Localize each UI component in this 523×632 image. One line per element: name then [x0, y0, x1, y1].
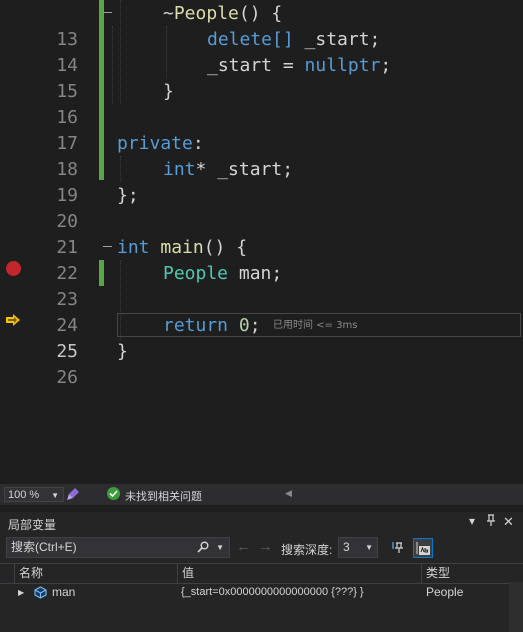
search-depth-dropdown[interactable]: 3 ▼: [338, 537, 378, 558]
code-editor[interactable]: 13 ~People() { 14 delete[] _start; 15 _s…: [0, 0, 523, 484]
close-icon[interactable]: ✕: [503, 514, 514, 530]
column-header-value[interactable]: 值: [177, 564, 421, 583]
code-token: :: [192, 133, 204, 154]
code-token: ;: [380, 55, 392, 76]
code-token: * _start;: [195, 159, 294, 180]
search-placeholder: 搜索(Ctrl+E): [11, 540, 77, 554]
variable-icon: [34, 586, 47, 599]
hex-display-toggle[interactable]: [413, 538, 433, 558]
zoom-dropdown[interactable]: 100 % ▼: [4, 487, 64, 502]
variable-value[interactable]: {_start=0x0000000000000000 {???} }: [181, 584, 419, 601]
hex-display-icon: [416, 542, 430, 555]
code-line[interactable]: 23 People man;: [0, 261, 523, 310]
code-token: People: [173, 3, 239, 24]
code-line[interactable]: 18 private:: [0, 131, 523, 180]
code-token: _start;: [293, 29, 381, 50]
search-icon: [197, 541, 209, 553]
check-circle-icon: [107, 487, 120, 500]
line-number: 26: [56, 367, 78, 388]
forward-arrow-icon[interactable]: →: [258, 538, 273, 555]
code-line[interactable]: 20 };: [0, 183, 523, 232]
code-line[interactable]: 26 }: [0, 339, 523, 388]
editor-status-bar: 100 % ▼ 未找到相关问题 ◀: [0, 484, 523, 505]
chevron-down-icon: ▼: [51, 491, 59, 500]
code-token: () {: [203, 237, 248, 258]
zoom-value: 100 %: [8, 489, 40, 501]
code-line[interactable]: 22 int main() {: [0, 235, 523, 284]
code-line[interactable]: 13 ~People() {: [0, 1, 523, 50]
code-token: ;: [249, 315, 261, 336]
chevron-down-icon[interactable]: ▼: [216, 538, 224, 557]
code-token: man;: [228, 263, 283, 284]
code-line[interactable]: 21: [0, 209, 523, 258]
search-depth-label: 搜索深度:: [281, 543, 333, 557]
scroll-left-arrow-icon[interactable]: ◀: [285, 488, 292, 499]
code-token: };: [117, 185, 139, 206]
search-input[interactable]: 搜索(Ctrl+E) ▼: [6, 537, 230, 558]
code-token: main: [160, 237, 204, 258]
code-token: People: [163, 263, 229, 284]
code-token: int: [117, 237, 150, 258]
column-header-type[interactable]: 类型: [421, 564, 509, 583]
code-line[interactable]: 24: [0, 287, 523, 336]
code-token: delete[]: [207, 29, 294, 50]
perf-tip[interactable]: 已用时间 <= 3ms: [273, 320, 357, 332]
locals-grid-header: 名称 值 类型: [0, 563, 523, 584]
code-token: int: [163, 159, 196, 180]
chevron-down-icon: ▼: [365, 543, 373, 552]
variable-name: man: [52, 585, 76, 599]
code-cleanup-icon[interactable]: [66, 487, 80, 501]
code-line[interactable]: 19 int* _start;: [0, 157, 523, 206]
back-arrow-icon[interactable]: ←: [236, 538, 251, 555]
code-token: }: [163, 81, 174, 102]
pin-window-icon[interactable]: [486, 514, 496, 529]
code-line[interactable]: 25 return 0;: [0, 313, 523, 362]
code-token: () {: [238, 3, 283, 24]
pin-icon[interactable]: [392, 541, 404, 554]
vertical-scrollbar[interactable]: [509, 582, 523, 632]
variable-type: People: [426, 585, 464, 599]
search-depth-value: 3: [343, 540, 350, 554]
code-token: nullptr: [304, 55, 381, 76]
code-line[interactable]: 14 delete[] _start;: [0, 27, 523, 76]
code-token: private: [117, 133, 193, 154]
table-row[interactable]: ▶ man {_start=0x0000000000000000 {???} }…: [0, 584, 523, 601]
code-token: }: [117, 341, 128, 362]
window-options-icon[interactable]: ▾: [469, 514, 475, 528]
code-line[interactable]: 15 _start = nullptr;: [0, 53, 523, 102]
issues-status[interactable]: 未找到相关问题: [125, 488, 202, 504]
code-token: 0: [238, 315, 250, 336]
code-token: ~: [163, 3, 174, 24]
panel-title: 局部变量: [8, 518, 57, 532]
expand-icon[interactable]: ▶: [18, 584, 24, 601]
code-token: return: [163, 315, 229, 336]
locals-window: 局部变量 ▾ ✕ 搜索(Ctrl+E) ▼ ← → 搜索深度: 3 ▼ 名称 值…: [0, 512, 523, 632]
column-header-name[interactable]: 名称: [14, 564, 177, 583]
code-line[interactable]: 17: [0, 105, 523, 154]
code-token: _start =: [207, 55, 305, 76]
code-line[interactable]: 16 }: [0, 79, 523, 128]
